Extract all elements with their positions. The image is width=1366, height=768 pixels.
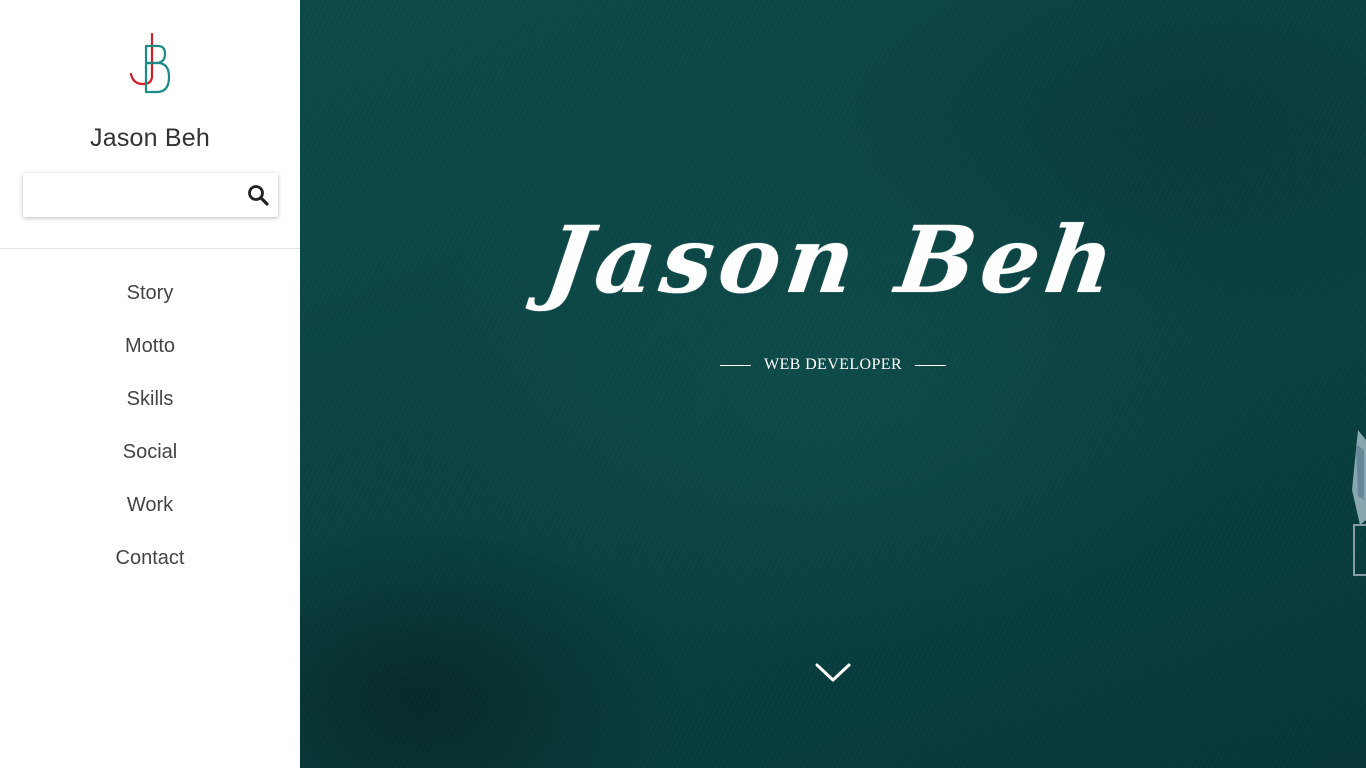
hero-title: Jason Beh bbox=[539, 206, 1127, 314]
hero-subtitle: WEB DEVELOPER bbox=[763, 356, 903, 373]
boat-image bbox=[1352, 430, 1366, 576]
subtitle-left-rule bbox=[719, 364, 751, 366]
hero-section: Jason Beh WEB DEVELOPER bbox=[300, 0, 1366, 768]
sidebar-nav: Story Motto Skills Social Work Contact bbox=[0, 275, 300, 593]
search-icon[interactable] bbox=[246, 183, 270, 207]
nav-item-work[interactable]: Work bbox=[0, 487, 300, 540]
chevron-down-icon[interactable] bbox=[814, 660, 852, 686]
nav-item-story[interactable]: Story bbox=[0, 275, 300, 328]
sidebar: Jason Beh Story Motto Skills Social Work… bbox=[0, 0, 300, 768]
subtitle-right-rule bbox=[915, 364, 947, 366]
nav-item-skills[interactable]: Skills bbox=[0, 381, 300, 434]
page: Jason Beh Story Motto Skills Social Work… bbox=[0, 0, 1366, 768]
nav-item-social[interactable]: Social bbox=[0, 434, 300, 487]
hero-background bbox=[300, 0, 1366, 768]
search-input[interactable] bbox=[23, 173, 233, 217]
sidebar-divider bbox=[0, 248, 300, 249]
hero-subtitle-row: WEB DEVELOPER bbox=[300, 354, 1366, 376]
search-box bbox=[23, 173, 278, 217]
site-name: Jason Beh bbox=[90, 124, 210, 152]
nav-item-contact[interactable]: Contact bbox=[0, 540, 300, 593]
nav-item-motto[interactable]: Motto bbox=[0, 328, 300, 381]
logo[interactable] bbox=[125, 32, 175, 96]
